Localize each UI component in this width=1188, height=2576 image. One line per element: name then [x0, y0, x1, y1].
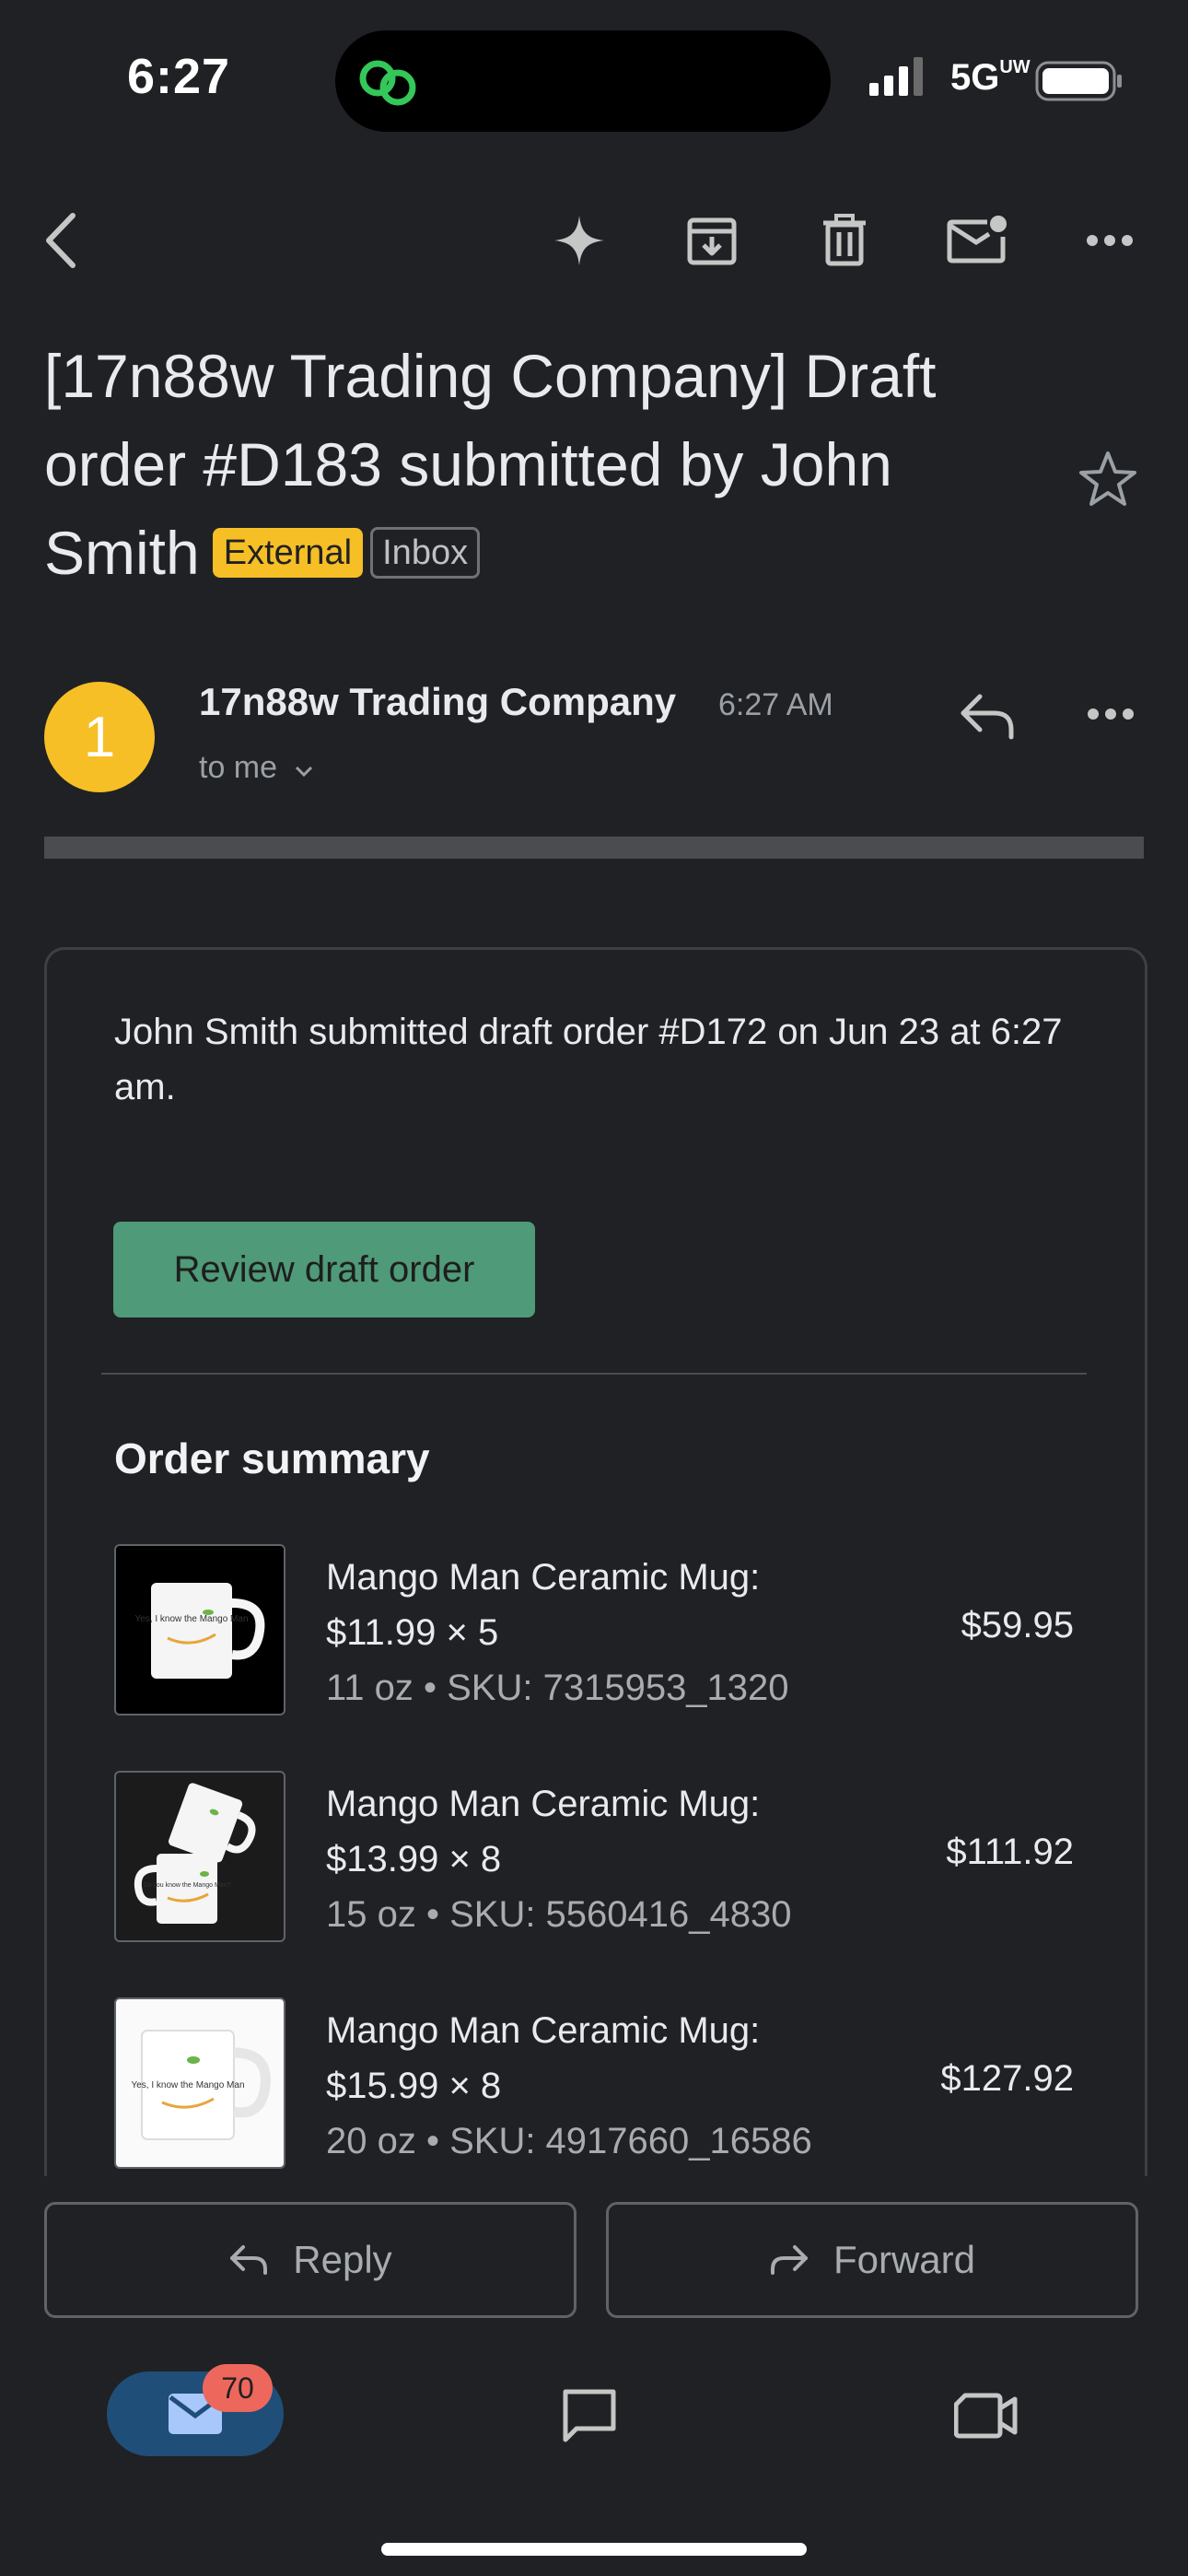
network-type: 5GUW: [950, 57, 1031, 99]
email-time: 6:27 AM: [718, 687, 833, 722]
item-details: 15 oz • SKU: 5560416_4830: [326, 1894, 792, 1935]
mark-unread-icon: [947, 216, 1007, 263]
network-label: 5G: [950, 57, 1000, 98]
item-text: Mango Man Ceramic Mug: $13.99 × 8 15 oz …: [326, 1776, 792, 1942]
item-name: Mango Man Ceramic Mug:: [326, 1784, 761, 1824]
item-price-qty: $11.99 × 5: [326, 1612, 499, 1653]
gemini-button[interactable]: [547, 208, 611, 273]
intro-text: John Smith submitted draft order #D172 o…: [114, 1012, 1063, 1107]
item-price-qty: $13.99 × 8: [326, 1839, 502, 1879]
archive-button[interactable]: [680, 208, 744, 273]
status-time: 6:27: [127, 49, 231, 104]
item-name: Mango Man Ceramic Mug:: [326, 1557, 761, 1598]
reply-button[interactable]: Reply: [44, 2202, 577, 2318]
item-details: 20 oz • SKU: 4917660_16586: [326, 2121, 812, 2161]
review-draft-order-button[interactable]: Review draft order: [113, 1222, 535, 1317]
back-button[interactable]: [28, 208, 92, 273]
home-indicator[interactable]: [381, 2543, 807, 2556]
more-horizontal-icon: [1087, 235, 1133, 246]
nav-chat[interactable]: [560, 2386, 619, 2450]
product-image: Yes, I know the Mango Man: [114, 1997, 285, 2169]
order-item: Yes, I know the Mango Man Mango Man Cera…: [114, 1544, 1074, 1715]
battery-icon: [1035, 61, 1122, 101]
recipient-toggle[interactable]: to me: [199, 750, 314, 786]
recipient-text: to me: [199, 750, 278, 785]
mark-unread-button[interactable]: [945, 208, 1009, 273]
network-sup: UW: [999, 57, 1031, 77]
delete-button[interactable]: [812, 208, 877, 273]
subject-text: [17n88w Trading Company] Draft order #D1…: [44, 342, 937, 587]
forward-icon: [770, 2245, 808, 2275]
item-details: 11 oz • SKU: 7315953_1320: [326, 1668, 789, 1708]
unread-count-badge: 70: [203, 2364, 273, 2412]
email-subject: [17n88w Trading Company] Draft order #D1…: [44, 332, 1039, 597]
item-price-qty: $15.99 × 8: [326, 2066, 502, 2106]
product-image: Yes, I know the Mango Man: [114, 1544, 285, 1715]
sparkle-icon: [554, 216, 604, 265]
star-icon[interactable]: [1077, 450, 1138, 507]
forward-button[interactable]: Forward: [606, 2202, 1138, 2318]
forward-label: Forward: [833, 2238, 976, 2281]
sender-avatar[interactable]: 1: [44, 682, 155, 792]
reply-icon: [230, 2245, 268, 2275]
message-more-icon[interactable]: [1087, 708, 1135, 720]
link-activity-icon: [359, 60, 416, 106]
chat-icon: [563, 2389, 616, 2442]
item-total: $127.92: [940, 2058, 1074, 2099]
cellular-signal-icon: [869, 57, 923, 96]
order-item: Do you know the Mango Man? Mango Man Cer…: [114, 1771, 1074, 1942]
chevron-down-icon: [295, 766, 312, 778]
back-arrow-icon: [46, 213, 76, 268]
more-options-button[interactable]: [1077, 208, 1142, 273]
archive-icon: [687, 217, 737, 265]
reply-icon[interactable]: [958, 689, 1019, 741]
email-header-bar: [44, 837, 1144, 859]
reply-label: Reply: [293, 2238, 392, 2281]
label-inbox[interactable]: Inbox: [370, 526, 481, 579]
product-image: Do you know the Mango Man?: [114, 1771, 285, 1942]
mug-print: Yes, I know the Mango Man: [134, 1614, 248, 1624]
nav-meet[interactable]: [953, 2390, 1019, 2446]
label-external: External: [212, 527, 364, 578]
video-camera-icon: [953, 2393, 1018, 2439]
sender-name[interactable]: 17n88w Trading Company: [199, 680, 676, 724]
divider: [101, 1373, 1087, 1375]
item-total: $59.95: [961, 1605, 1074, 1645]
dynamic-island: [335, 30, 831, 132]
item-total: $111.92: [946, 1832, 1074, 1872]
mug-print: Yes, I know the Mango Man: [131, 2080, 244, 2090]
order-summary-title: Order summary: [114, 1434, 430, 1482]
item-text: Mango Man Ceramic Mug: $15.99 × 8 20 oz …: [326, 2003, 812, 2169]
order-item: Yes, I know the Mango Man Mango Man Cera…: [114, 1997, 1074, 2169]
trash-icon: [823, 214, 866, 266]
item-text: Mango Man Ceramic Mug: $11.99 × 5 11 oz …: [326, 1550, 789, 1715]
item-name: Mango Man Ceramic Mug:: [326, 2010, 761, 2051]
mug-print: Do you know the Mango Man?: [144, 1882, 231, 1889]
